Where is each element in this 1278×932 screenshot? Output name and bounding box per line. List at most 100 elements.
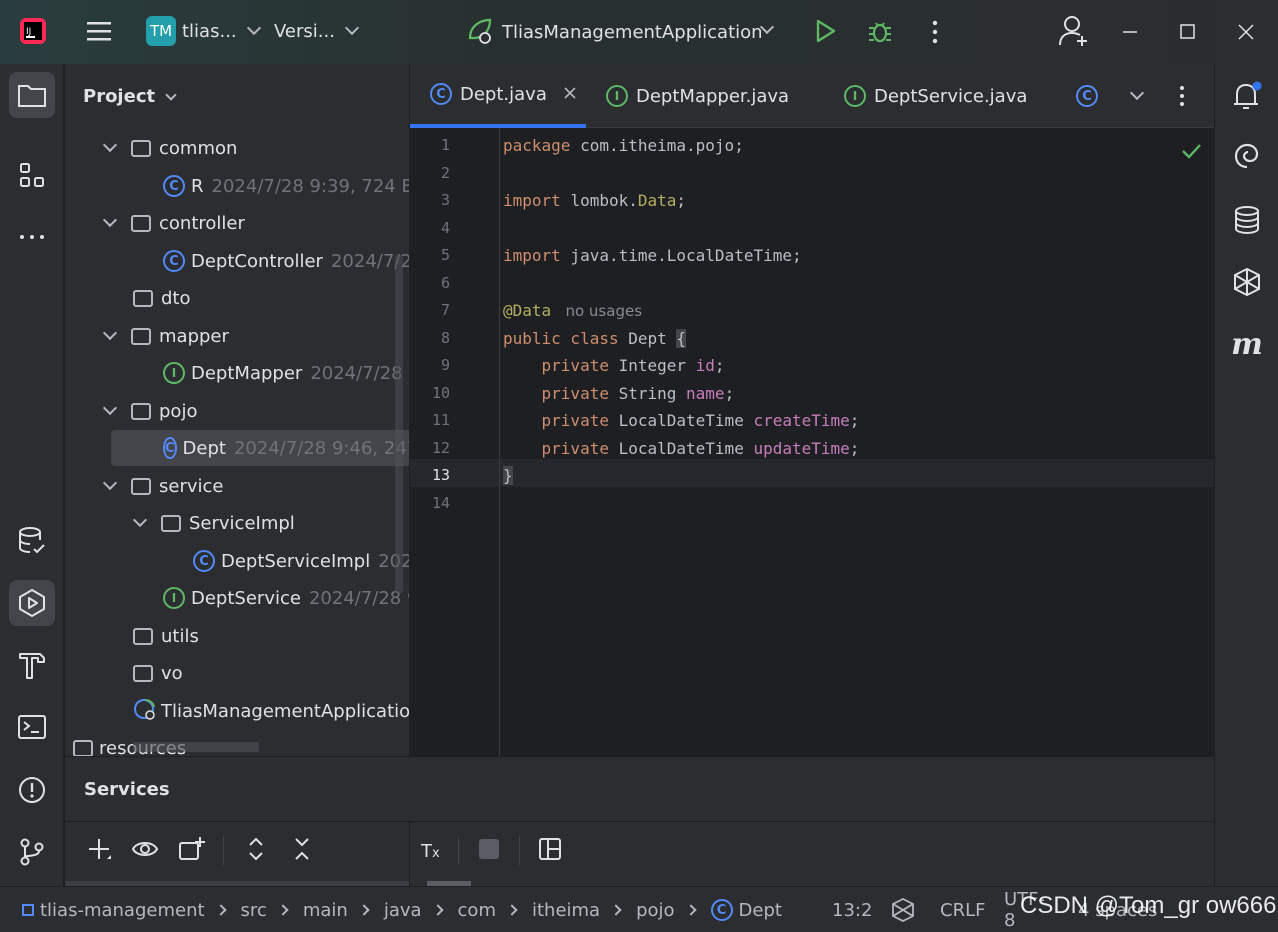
code-token: LocalDateTime (618, 438, 754, 458)
folder-icon (131, 477, 151, 495)
codeium-icon[interactable] (1229, 264, 1265, 300)
structure-tool-icon[interactable] (9, 152, 55, 198)
git-icon[interactable] (9, 829, 55, 875)
stop-icon[interactable] (477, 837, 501, 865)
breadcrumb-separator-icon (684, 904, 697, 916)
line-separator[interactable]: CRLF (940, 887, 985, 932)
tree-item-dept[interactable]: C Dept 2024/7/28 9:46, 247 (111, 430, 409, 466)
tab-deptmapper-java[interactable]: I DeptMapper.java (606, 64, 789, 128)
tab-overflow-class[interactable]: C (1076, 64, 1098, 128)
code-view[interactable]: package com.itheima.pojo; import lombok. D… (410, 128, 1214, 756)
vertical-scrollbar[interactable] (395, 254, 403, 594)
tree-item-label: DeptServiceImpl (221, 550, 371, 572)
database-changes-icon[interactable] (9, 518, 55, 564)
main-menu-icon[interactable] (84, 16, 114, 46)
folder-icon (73, 739, 93, 756)
intellij-logo-icon[interactable]: IJ (18, 16, 48, 46)
code-token: Integer (618, 356, 696, 375)
breadcrumb-item[interactable]: pojo (636, 900, 674, 921)
run-config-selector[interactable]: TliasManagementApplication (466, 16, 763, 48)
tab-dept-java[interactable]: C Dept.java (410, 64, 586, 128)
tree-item-pojo[interactable]: pojo (102, 393, 197, 429)
breadcrumb-item[interactable]: java (384, 900, 422, 921)
code-token: private (541, 411, 619, 430)
tree-item-label: controller (159, 212, 245, 234)
collapse-all-icon[interactable] (288, 835, 316, 867)
tree-item-r[interactable]: C R 2024/7/28 9:39, 724 B M (163, 168, 409, 204)
clear-formatting-icon[interactable]: Tx (421, 841, 440, 862)
breadcrumb-item[interactable]: itheima (532, 900, 600, 921)
new-group-icon[interactable] (177, 835, 205, 867)
breadcrumb-item[interactable]: tlias-management (40, 900, 205, 921)
class-icon: C (1076, 85, 1098, 107)
eye-icon[interactable] (131, 835, 159, 867)
chevron-down-icon (102, 400, 118, 416)
folder-icon (133, 289, 153, 307)
build-hammer-icon[interactable] (9, 642, 55, 688)
debug-icon[interactable] (866, 18, 894, 46)
maximize-icon[interactable] (1178, 22, 1198, 42)
tree-item-deptmapper[interactable]: I DeptMapper 2024/7/28 9: (163, 355, 409, 391)
no-problems-check-icon[interactable] (1180, 140, 1202, 166)
tree-item-dto[interactable]: dto (133, 280, 191, 316)
notifications-bell-icon[interactable] (1229, 78, 1265, 114)
caret-position[interactable]: 13:2 (832, 887, 872, 932)
services-detail-toolbar: Tx (421, 821, 562, 881)
more-actions-icon[interactable] (930, 18, 940, 46)
close-window-icon[interactable] (1236, 22, 1256, 42)
tree-item-vo[interactable]: vo (133, 655, 183, 691)
tree-item-deptservice[interactable]: I DeptService 2024/7/28 9:4 (163, 580, 409, 616)
breadcrumb-item[interactable]: Dept (739, 900, 782, 921)
chevron-down-icon (344, 20, 360, 36)
breadcrumb-item[interactable]: main (303, 900, 348, 921)
left-tool-window-bar (0, 64, 64, 886)
breadcrumb-item[interactable]: src (241, 900, 267, 921)
svg-text:IJ: IJ (26, 27, 31, 37)
problems-icon[interactable] (9, 767, 55, 813)
maven-icon[interactable]: m (1229, 326, 1265, 362)
expand-all-icon[interactable] (242, 835, 270, 867)
tree-item-serviceimpl[interactable]: ServiceImpl (132, 505, 295, 541)
tree-item-deptcontroller[interactable]: C DeptController 2024/7/28 (163, 243, 409, 279)
layout-icon[interactable] (538, 837, 562, 865)
code-token: lombok. (570, 191, 638, 210)
project-panel-header[interactable]: Project (83, 86, 177, 107)
add-service-icon[interactable] (85, 835, 113, 867)
ai-assistant-spiral-icon[interactable] (1229, 138, 1265, 174)
class-icon: C (163, 250, 185, 272)
code-token: String (618, 383, 687, 403)
code-line: private String name; (503, 380, 735, 407)
tab-label: Dept.java (460, 83, 547, 105)
terminal-icon[interactable] (9, 704, 55, 750)
tree-item-tliasmanagementapplication[interactable]: TliasManagementApplication (133, 693, 409, 729)
tree-item-controller[interactable]: controller (102, 205, 245, 241)
project-switcher[interactable]: TM tlias... (146, 16, 261, 46)
minimize-icon[interactable] (1120, 22, 1140, 42)
tabs-more-icon[interactable] (1178, 64, 1186, 128)
tree-item-mapper[interactable]: mapper (102, 318, 229, 354)
run-config-dropdown-icon[interactable] (759, 19, 775, 35)
tree-item-service[interactable]: service (102, 468, 223, 504)
database-icon[interactable] (1229, 202, 1265, 238)
tree-item-meta: 2024 (378, 550, 409, 572)
codeium-status-icon[interactable] (890, 887, 916, 932)
more-tools-icon[interactable] (9, 214, 55, 260)
code-token: import (503, 246, 571, 265)
tree-item-utils[interactable]: utils (133, 618, 199, 654)
project-tool-icon[interactable] (9, 72, 55, 118)
breadcrumb-item[interactable]: com (458, 900, 496, 921)
tree-item-common[interactable]: common (102, 130, 237, 166)
horizontal-scrollbar[interactable] (133, 742, 259, 752)
code-token: ; (849, 411, 860, 430)
tab-deptservice-java[interactable]: I DeptService.java (844, 64, 1027, 128)
services-tool-icon[interactable] (9, 580, 55, 626)
code-token: no usages (551, 301, 643, 320)
tree-item-deptserviceimpl[interactable]: C DeptServiceImpl 2024 (193, 543, 409, 579)
code-token: import (503, 191, 571, 210)
tabs-dropdown-icon[interactable] (1129, 64, 1145, 128)
project-panel: Project common C R 2024/7/28 9:39, 724 B… (65, 64, 409, 756)
run-icon[interactable] (812, 18, 838, 44)
vcs-widget[interactable]: Versi... (274, 16, 360, 46)
close-tab-icon[interactable] (563, 84, 577, 105)
add-user-icon[interactable] (1058, 14, 1090, 48)
